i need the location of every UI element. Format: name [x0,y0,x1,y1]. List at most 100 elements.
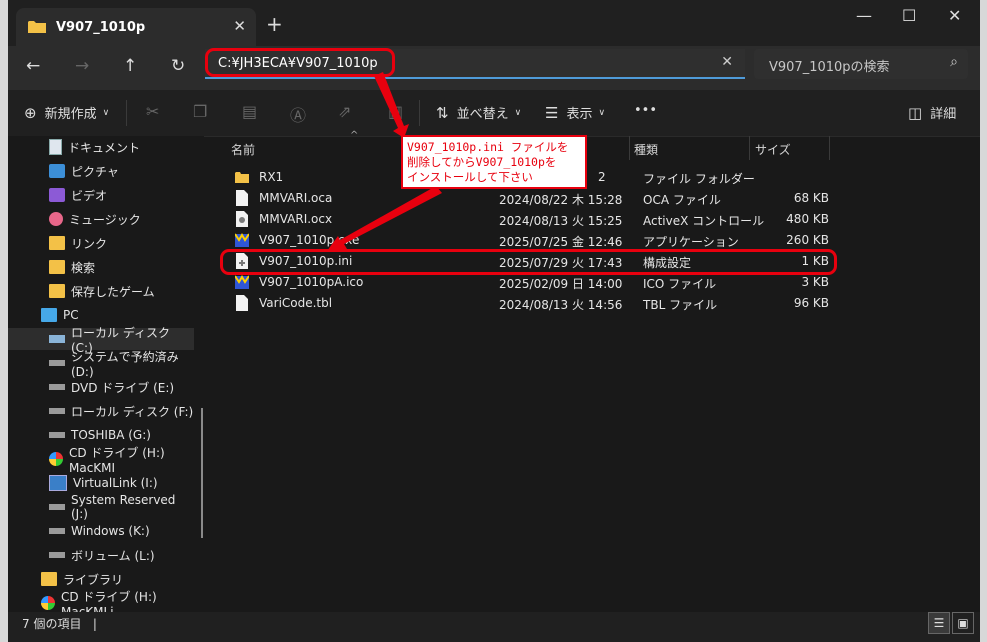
copy-icon[interactable]: ❐ [193,102,207,121]
sidebar-item[interactable]: VirtualLink (I:) [8,472,194,494]
delete-icon[interactable]: ▥ [388,102,403,121]
sort-icon: ⇅ [436,103,449,122]
column-header-size[interactable]: サイズ [755,141,791,158]
drive-icon [49,552,65,558]
new-label: 新規作成 [44,107,97,122]
instruction-callout: V907_1010p.ini ファイルを 削除してからV907_1010pを イ… [401,135,587,189]
command-bar: ⊕ 新規作成 ∨ ✂ ❐ ▤ Ⓐ ⇗ ▥ ⇅ 並べ替え ∨ ☰ 表示 ∨ •••… [8,90,980,137]
table-row[interactable]: VariCode.tbl 2024/08/13 火 14:56 TBL ファイル… [225,293,835,314]
music-icon [49,212,63,226]
new-button[interactable]: ⊕ 新規作成 ∨ [24,103,110,123]
sidebar-item[interactable]: CD ドライブ (H:) MacKMLi [8,590,194,619]
tiles-view-button[interactable]: ▣ [952,612,974,634]
folder-icon [28,21,46,33]
sidebar-item[interactable]: CD ドライブ (H:) MacKMI [8,446,194,475]
virtual-icon [49,475,67,491]
sidebar-item[interactable]: Windows (K:) [8,520,194,542]
more-button[interactable]: ••• [634,103,657,118]
sidebar-item[interactable]: DVD ドライブ (E:) [8,376,194,398]
paste-icon[interactable]: ▤ [242,102,257,121]
search-box[interactable]: V907_1010pの検索 ⌕ [754,49,968,79]
document-icon [49,139,62,155]
details-view-button[interactable]: ☰ [928,612,950,634]
chevron-down-icon: ∨ [514,107,522,118]
drive-icon [49,384,65,390]
file-list: 名前 ^ 種類 サイズ RX1 2 ファイル フォルダー MMVARI.oca … [213,130,980,612]
tab-close-icon[interactable]: ✕ [233,17,246,35]
details-button[interactable]: ◫ 詳細 [908,103,957,123]
navigation-pane: ドキュメント ピクチャ ビデオ ミュージック リンク 検索 保存したゲーム PC… [8,136,204,619]
sidebar-item[interactable]: ビデオ [8,184,194,206]
background-window-edge-right [980,0,987,642]
minimize-icon[interactable]: — [856,6,872,25]
sort-caret-icon: ^ [350,130,359,141]
share-icon[interactable]: ⇗ [338,102,351,121]
rename-icon[interactable]: Ⓐ [290,102,306,126]
sidebar-item[interactable]: ローカル ディスク (F:) [8,400,194,422]
folder-icon [235,172,249,183]
column-header-name[interactable]: 名前 [231,141,255,158]
clear-address-icon[interactable]: ✕ [721,54,733,70]
title-bar: V907_1010p ✕ + — ☐ ✕ [8,0,980,46]
drive-icon [49,528,65,534]
plus-circle-icon: ⊕ [24,103,37,122]
sidebar-item[interactable]: System Reserved (J:) [8,493,194,521]
file-icon [236,295,248,311]
file-icon [236,190,248,206]
drive-icon [49,432,65,438]
tab-title: V907_1010p [56,19,146,35]
activex-file-icon [236,211,248,227]
background-window-edge-left [0,0,8,642]
view-button[interactable]: ☰ 表示 ∨ [545,103,605,123]
file-explorer-window: V907_1010p ✕ + — ☐ ✕ ← → ↑ ↻ C:¥JH3ECA¥V… [8,0,980,642]
window-close-icon[interactable]: ✕ [948,6,961,25]
column-divider [749,136,750,160]
sidebar-item[interactable]: ミュージック [8,208,194,230]
search-icon[interactable]: ⌕ [950,54,958,70]
table-row[interactable]: MMVARI.oca 2024/08/22 木 15:28 OCA ファイル 6… [225,188,835,209]
icon-file-icon [235,275,249,289]
drive-icon [49,408,65,414]
ini-row-highlight [220,249,837,275]
view-list-icon: ☰ [545,103,559,122]
sidebar-item[interactable]: ボリューム (L:) [8,544,194,566]
maximize-icon[interactable]: ☐ [902,6,916,25]
drive-icon [49,360,65,366]
folder-icon [41,572,57,586]
forward-icon[interactable]: → [75,56,89,76]
cd-icon [41,596,55,610]
table-row[interactable]: V907_1010p.exe 2025/07/25 金 12:46 アプリケーシ… [225,230,835,251]
table-row[interactable]: MMVARI.ocx 2024/08/13 火 15:25 ActiveX コン… [225,209,835,230]
folder-icon [49,260,65,274]
sidebar-item[interactable]: 保存したゲーム [8,280,194,302]
drive-icon [49,504,65,510]
back-icon[interactable]: ← [26,56,40,76]
chevron-down-icon: ∨ [102,107,110,118]
up-icon[interactable]: ↑ [123,56,137,76]
column-header-type[interactable]: 種類 [634,141,658,158]
sidebar-item[interactable]: ドキュメント [8,136,194,158]
cut-icon[interactable]: ✂ [146,102,159,121]
sidebar-item[interactable]: ピクチャ [8,160,194,182]
sort-button[interactable]: ⇅ 並べ替え ∨ [436,103,522,123]
toolbar-divider [419,100,420,126]
sidebar-scrollbar[interactable] [201,408,203,538]
toolbar-divider [126,100,127,126]
details-pane-icon: ◫ [908,103,923,122]
details-label: 詳細 [930,107,957,122]
address-highlight [205,48,395,77]
pc-icon [41,308,57,322]
new-tab-icon[interactable]: + [266,12,283,36]
application-icon [235,233,249,247]
cd-icon [49,452,63,466]
refresh-icon[interactable]: ↻ [171,56,185,76]
column-divider [629,136,630,160]
sidebar-item[interactable]: 検索 [8,256,194,278]
sidebar-item[interactable]: システムで予約済み (D:) [8,350,194,379]
more-label: ••• [634,103,658,118]
tab-v907[interactable]: V907_1010p ✕ [16,8,256,46]
status-bar: 7 個の項目 | ☰ ▣ [8,612,980,642]
sidebar-item[interactable]: リンク [8,232,194,254]
table-row[interactable]: V907_1010pA.ico 2025/02/09 日 14:00 ICO フ… [225,272,835,293]
column-divider [829,136,830,160]
